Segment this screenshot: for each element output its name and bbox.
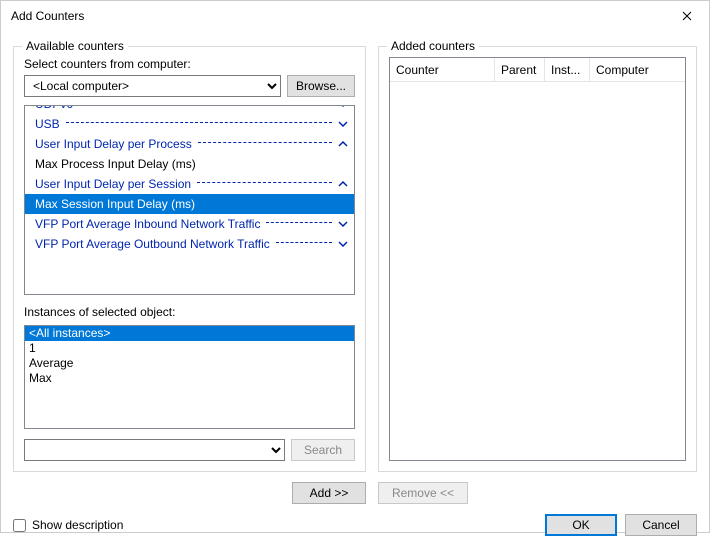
dashline [276, 242, 332, 243]
counter-category-item[interactable]: UDPv6 [25, 106, 354, 114]
counter-item-label: User Input Delay per Session [35, 177, 191, 191]
added-counters-table[interactable]: CounterParentInst...Computer [389, 57, 686, 461]
counter-item-label: Max Session Input Delay (ms) [35, 197, 195, 211]
column-header[interactable]: Inst... [545, 58, 590, 81]
counter-category-item[interactable]: VFP Port Average Inbound Network Traffic [25, 214, 354, 234]
instance-item[interactable]: Max [25, 371, 354, 386]
computer-combo[interactable]: <Local computer> [24, 75, 281, 97]
chevron-down-icon[interactable] [338, 119, 348, 129]
counter-child-item[interactable]: Max Process Input Delay (ms) [25, 154, 354, 174]
chevron-up-icon[interactable] [338, 139, 348, 149]
added-columns-header: CounterParentInst...Computer [390, 58, 685, 82]
instances-list[interactable]: <All instances>1AverageMax [24, 325, 355, 429]
instance-item[interactable]: 1 [25, 341, 354, 356]
available-counters-group: Available counters Select counters from … [13, 46, 366, 472]
search-combo[interactable] [24, 439, 285, 461]
add-counters-dialog: Add Counters Available counters Select c… [0, 0, 710, 533]
counter-category-item[interactable]: User Input Delay per Session [25, 174, 354, 194]
dashline [66, 122, 332, 123]
counter-item-label: VFP Port Average Outbound Network Traffi… [35, 237, 270, 251]
close-button[interactable] [664, 1, 709, 31]
added-counters-legend: Added counters [387, 39, 479, 53]
titlebar: Add Counters [1, 1, 709, 31]
added-counters-body [390, 82, 685, 460]
chevron-up-icon[interactable] [338, 179, 348, 189]
instance-item[interactable]: <All instances> [25, 326, 354, 341]
counter-item-label: UDPv6 [35, 106, 73, 111]
show-description-checkbox[interactable]: Show description [13, 518, 123, 532]
counter-item-label: User Input Delay per Process [35, 137, 192, 151]
column-header[interactable]: Counter [390, 58, 495, 81]
instance-item[interactable]: Average [25, 356, 354, 371]
dashline [266, 222, 332, 223]
dashline [197, 182, 332, 183]
instances-label: Instances of selected object: [24, 305, 355, 319]
chevron-down-icon[interactable] [338, 106, 348, 109]
counter-category-item[interactable]: User Input Delay per Process [25, 134, 354, 154]
remove-button[interactable]: Remove << [378, 482, 468, 504]
counter-child-item[interactable]: Max Session Input Delay (ms) [25, 194, 354, 214]
counter-category-item[interactable]: USB [25, 114, 354, 134]
show-description-label: Show description [32, 518, 123, 532]
show-description-input[interactable] [13, 519, 26, 532]
chevron-down-icon[interactable] [338, 239, 348, 249]
add-button[interactable]: Add >> [292, 482, 366, 504]
column-header[interactable]: Computer [590, 58, 685, 81]
counter-list[interactable]: UDPv6 USB User Input Delay per Process Max … [24, 105, 355, 295]
column-header[interactable]: Parent [495, 58, 545, 81]
dashline [198, 142, 332, 143]
select-computer-label: Select counters from computer: [24, 57, 355, 71]
available-counters-legend: Available counters [22, 39, 128, 53]
browse-button[interactable]: Browse... [287, 75, 355, 97]
search-button[interactable]: Search [291, 439, 355, 461]
counter-item-label: USB [35, 117, 60, 131]
counter-scroll[interactable]: UDPv6 USB User Input Delay per Process Max … [25, 106, 354, 294]
window-title: Add Counters [11, 9, 664, 23]
added-counters-group: Added counters CounterParentInst...Compu… [378, 46, 697, 472]
counter-item-label: Max Process Input Delay (ms) [35, 157, 196, 171]
chevron-down-icon[interactable] [338, 219, 348, 229]
counter-item-label: VFP Port Average Inbound Network Traffic [35, 217, 260, 231]
counter-category-item[interactable]: VFP Port Average Outbound Network Traffi… [25, 234, 354, 254]
close-icon [682, 11, 692, 21]
